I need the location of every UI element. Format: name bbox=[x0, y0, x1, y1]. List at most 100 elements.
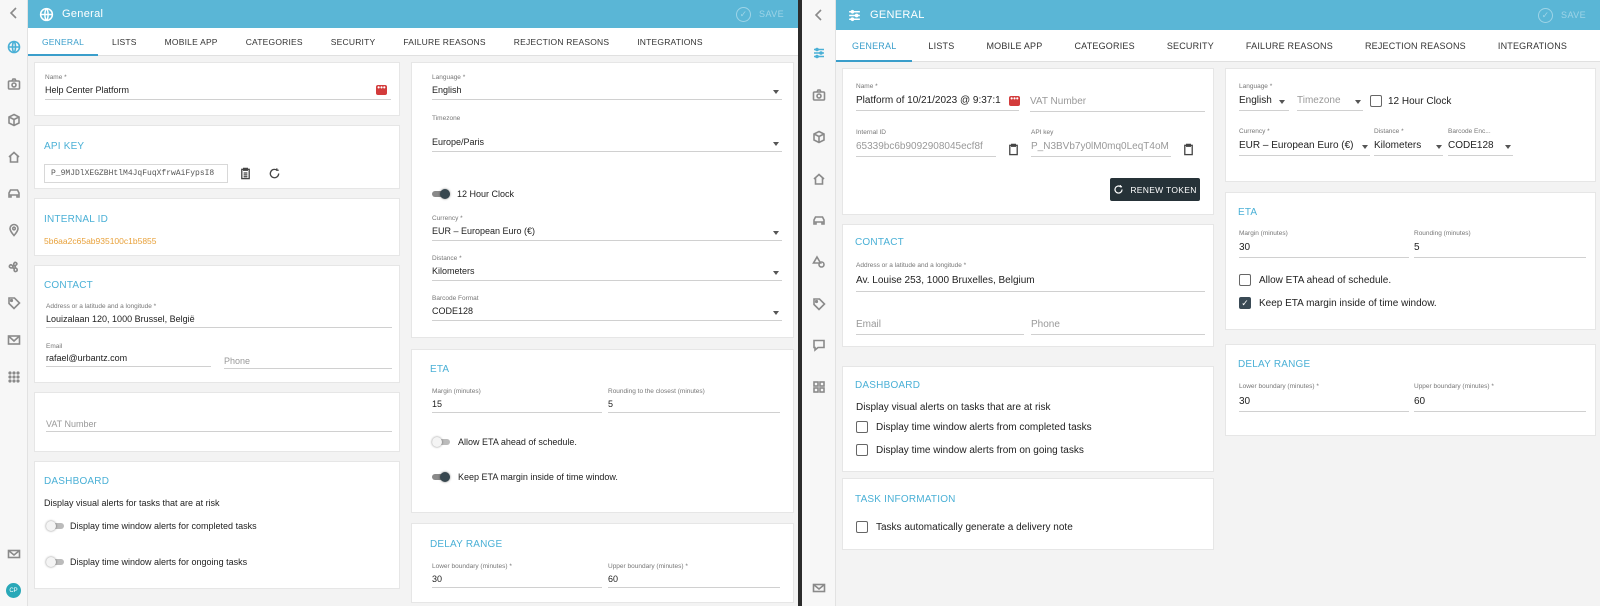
clock-toggle[interactable] bbox=[432, 189, 450, 199]
car-icon[interactable] bbox=[0, 182, 27, 204]
language-dropdown-icon[interactable] bbox=[1279, 100, 1285, 104]
fan-icon[interactable] bbox=[0, 256, 27, 278]
ongoing-alerts-toggle[interactable] bbox=[46, 557, 64, 567]
lower-boundary-input[interactable]: 30 bbox=[432, 574, 442, 584]
margin-input[interactable]: 15 bbox=[432, 399, 442, 409]
tab-general[interactable]: GENERAL bbox=[28, 28, 99, 56]
tab-lists[interactable]: LISTS bbox=[912, 30, 970, 61]
eta-ahead-toggle[interactable] bbox=[432, 437, 450, 447]
tab-rejection-reasons[interactable]: REJECTION REASONS bbox=[500, 28, 624, 55]
cube-icon[interactable] bbox=[802, 126, 835, 148]
ongoing-alerts-checkbox[interactable] bbox=[856, 444, 868, 456]
sliders-icon[interactable] bbox=[802, 42, 835, 64]
phone-input[interactable]: Phone bbox=[224, 356, 250, 366]
tab-integrations[interactable]: INTEGRATIONS bbox=[1482, 30, 1583, 61]
barcode-dropdown-icon[interactable] bbox=[1505, 145, 1511, 149]
timezone-dropdown-icon[interactable] bbox=[1355, 100, 1361, 104]
save-button[interactable]: ✓ SAVE bbox=[1538, 0, 1586, 30]
address-underline bbox=[46, 327, 392, 328]
mail-icon[interactable] bbox=[0, 329, 27, 351]
currency-select[interactable]: EUR – European Euro (€) bbox=[432, 226, 535, 236]
back-chevron-icon[interactable] bbox=[802, 4, 835, 26]
clock-checkbox[interactable] bbox=[1370, 95, 1382, 107]
rounding-input[interactable]: 5 bbox=[608, 399, 613, 409]
timezone-select[interactable]: Europe/Paris bbox=[432, 137, 484, 147]
copy-internal-id-icon[interactable] bbox=[1006, 142, 1020, 156]
camera-icon[interactable] bbox=[0, 73, 27, 95]
tab-integrations[interactable]: INTEGRATIONS bbox=[623, 28, 717, 55]
clipboard-icon[interactable] bbox=[238, 166, 252, 180]
address-input[interactable]: Louizalaan 120, 1000 Brussel, België bbox=[46, 314, 195, 324]
email-input[interactable]: Email bbox=[856, 319, 881, 330]
name-input[interactable]: Help Center Platform bbox=[45, 85, 129, 95]
tab-security[interactable]: SECURITY bbox=[1151, 30, 1230, 61]
language-select[interactable]: English bbox=[432, 85, 462, 95]
email-input[interactable]: rafael@urbantz.com bbox=[46, 353, 127, 363]
user-avatar[interactable]: CP bbox=[6, 583, 21, 598]
delivery-note-checkbox[interactable] bbox=[856, 521, 868, 533]
envelope-icon[interactable] bbox=[0, 543, 27, 565]
api-key-field[interactable]: P_9MJDlXEGZBHtlM4JqFuqXfrwAiFypsI8 bbox=[44, 164, 228, 183]
tab-mobile-app[interactable]: MOBILE APP bbox=[970, 30, 1058, 61]
apps-grid-icon[interactable] bbox=[0, 366, 27, 388]
more-options-button[interactable]: ••• bbox=[1009, 95, 1020, 106]
completed-alerts-toggle[interactable] bbox=[46, 521, 64, 531]
upper-boundary-input[interactable]: 60 bbox=[608, 574, 618, 584]
eta-ahead-checkbox[interactable] bbox=[1239, 274, 1251, 286]
distance-select[interactable]: Kilometers bbox=[1374, 140, 1421, 151]
timezone-dropdown-icon[interactable] bbox=[773, 142, 779, 146]
camera-icon[interactable] bbox=[802, 84, 835, 106]
mail-icon[interactable] bbox=[802, 577, 835, 599]
home-icon[interactable] bbox=[802, 168, 835, 190]
distance-dropdown-icon[interactable] bbox=[1436, 145, 1442, 149]
eta-keep-margin-toggle[interactable] bbox=[432, 472, 450, 482]
refresh-icon[interactable] bbox=[267, 166, 281, 180]
language-select[interactable]: English bbox=[1239, 95, 1272, 106]
vat-input[interactable]: VAT Number bbox=[1030, 96, 1086, 107]
eta-keep-margin-checkbox[interactable]: ✓ bbox=[1239, 297, 1251, 309]
timezone-select[interactable]: Timezone bbox=[1297, 95, 1341, 106]
barcode-dropdown-icon[interactable] bbox=[773, 311, 779, 315]
tab-failure-reasons[interactable]: FAILURE REASONS bbox=[389, 28, 499, 55]
chat-icon[interactable] bbox=[802, 334, 835, 356]
distance-dropdown-icon[interactable] bbox=[773, 271, 779, 275]
tab-mobile-app[interactable]: MOBILE APP bbox=[151, 28, 232, 55]
renew-token-button[interactable]: RENEW TOKEN bbox=[1110, 178, 1200, 201]
tab-general[interactable]: GENERAL bbox=[836, 30, 913, 62]
rounding-input[interactable]: 5 bbox=[1414, 242, 1420, 253]
tab-categories[interactable]: CATEGORIES bbox=[232, 28, 317, 55]
tag-icon[interactable] bbox=[0, 292, 27, 314]
currency-dropdown-icon[interactable] bbox=[773, 231, 779, 235]
phone-input[interactable]: Phone bbox=[1031, 319, 1060, 330]
margin-input[interactable]: 30 bbox=[1239, 242, 1250, 253]
name-input[interactable]: Platform of 10/21/2023 @ 9:37:1 bbox=[856, 95, 1001, 106]
lower-boundary-input[interactable]: 30 bbox=[1239, 396, 1250, 407]
car-icon[interactable] bbox=[802, 209, 835, 231]
tab-lists[interactable]: LISTS bbox=[98, 28, 151, 55]
cube-icon[interactable] bbox=[0, 109, 27, 131]
language-dropdown-icon[interactable] bbox=[773, 90, 779, 94]
shapes-icon[interactable] bbox=[802, 251, 835, 273]
copy-api-key-icon[interactable] bbox=[1181, 142, 1195, 156]
tag-icon[interactable] bbox=[802, 293, 835, 315]
tab-categories[interactable]: CATEGORIES bbox=[1058, 30, 1150, 61]
barcode-select[interactable]: CODE128 bbox=[432, 306, 473, 316]
tab-rejection-reasons[interactable]: REJECTION REASONS bbox=[1349, 30, 1482, 61]
distance-select[interactable]: Kilometers bbox=[432, 266, 475, 276]
currency-select[interactable]: EUR – European Euro (€) bbox=[1239, 140, 1354, 151]
location-pin-icon[interactable] bbox=[0, 219, 27, 241]
currency-dropdown-icon[interactable] bbox=[1362, 145, 1368, 149]
vat-input[interactable]: VAT Number bbox=[46, 419, 97, 429]
back-chevron-icon[interactable] bbox=[0, 2, 27, 24]
globe-icon[interactable] bbox=[0, 36, 27, 58]
address-input[interactable]: Av. Louise 253, 1000 Bruxelles, Belgium bbox=[856, 275, 1035, 286]
tab-failure-reasons[interactable]: FAILURE REASONS bbox=[1230, 30, 1349, 61]
completed-alerts-checkbox[interactable] bbox=[856, 421, 868, 433]
save-button[interactable]: ✓ SAVE bbox=[736, 0, 784, 28]
barcode-select[interactable]: CODE128 bbox=[1448, 140, 1494, 151]
more-options-button[interactable]: ••• bbox=[376, 84, 387, 95]
home-icon[interactable] bbox=[0, 146, 27, 168]
upper-boundary-input[interactable]: 60 bbox=[1414, 396, 1425, 407]
grid-icon[interactable] bbox=[802, 376, 835, 398]
tab-security[interactable]: SECURITY bbox=[317, 28, 390, 55]
